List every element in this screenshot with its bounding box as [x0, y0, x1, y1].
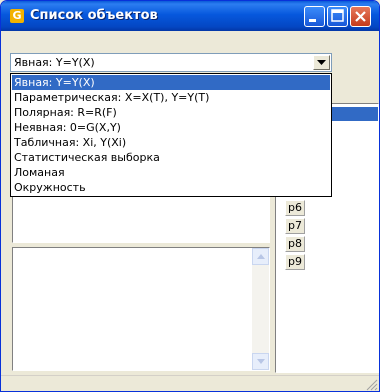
combobox-value: Явная: Y=Y(X): [14, 56, 95, 69]
dropdown-option[interactable]: Ломаная: [12, 165, 330, 180]
maximize-button[interactable]: [327, 6, 348, 27]
curve-type-dropdown-list[interactable]: Явная: Y=Y(X) Параметрическая: X=X(T), Y…: [10, 73, 332, 197]
app-icon: G: [10, 9, 24, 23]
maximize-icon: [331, 9, 344, 22]
list-item[interactable]: p6: [285, 200, 305, 216]
dropdown-option[interactable]: Полярная: R=R(F): [12, 105, 330, 120]
close-button[interactable]: [350, 6, 371, 27]
close-icon: [355, 11, 366, 22]
scroll-down-button[interactable]: [252, 353, 269, 370]
dropdown-option[interactable]: Окружность: [12, 180, 330, 195]
arrow-down-icon: [257, 359, 265, 364]
combobox-dropdown-button[interactable]: [313, 55, 330, 70]
object-description-textarea[interactable]: [12, 247, 270, 371]
list-item[interactable]: p9: [285, 254, 305, 270]
curve-type-combobox[interactable]: Явная: Y=Y(X): [10, 53, 332, 72]
dropdown-option[interactable]: Табличная: Xi, Y(Xi): [12, 135, 330, 150]
vertical-scrollbar[interactable]: [252, 248, 269, 370]
window-title: Список объектов: [30, 8, 158, 23]
dropdown-option[interactable]: Явная: Y=Y(X): [12, 75, 330, 90]
object-list-window: G Список объектов Явная: Y=Y(X) p6 p7 p8…: [0, 0, 380, 392]
resize-grip-icon[interactable]: [366, 379, 378, 391]
list-item[interactable]: p8: [285, 236, 305, 252]
scroll-up-button[interactable]: [252, 248, 269, 265]
dropdown-option[interactable]: Параметрическая: X=X(T), Y=Y(T): [12, 90, 330, 105]
status-bar: [1, 375, 379, 391]
chevron-down-icon: [317, 60, 326, 65]
dropdown-option[interactable]: Неявная: 0=G(X,Y): [12, 120, 330, 135]
minimize-button[interactable]: [304, 6, 325, 27]
list-item[interactable]: p7: [285, 218, 305, 234]
dropdown-option[interactable]: Статистическая выборка: [12, 150, 330, 165]
title-bar[interactable]: G Список объектов: [1, 1, 379, 31]
minimize-icon: [309, 19, 316, 22]
arrow-up-icon: [257, 254, 265, 259]
